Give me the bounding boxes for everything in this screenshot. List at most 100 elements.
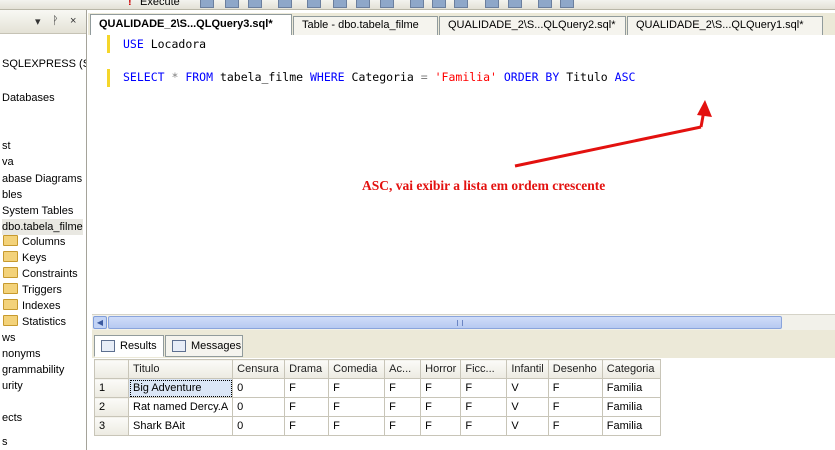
scroll-left-button[interactable]: ◀ [93, 316, 107, 329]
tree-item[interactable]: Keys [3, 250, 46, 266]
results-to-grid-icon[interactable] [432, 0, 446, 8]
tree-item[interactable]: grammability [2, 362, 64, 378]
object-explorer: ▾ ᚹ × SQLEXPRESS (SQ Databases st va abase D… [0, 10, 87, 450]
tab-query1[interactable]: QUALIDADE_2\S...QLQuery1.sql* [627, 16, 823, 35]
table-cell[interactable]: F [420, 378, 462, 398]
tree-item[interactable]: dbo.tabela_filme [2, 219, 83, 235]
tree-item[interactable]: Indexes [3, 298, 61, 314]
decrease-indent-icon[interactable] [538, 0, 552, 8]
pin-icon[interactable]: ᚹ [52, 15, 59, 27]
tree-item[interactable]: ws [2, 330, 15, 346]
uncomment-icon[interactable] [508, 0, 522, 8]
table-cell[interactable]: V [506, 416, 549, 436]
table-cell[interactable]: F [547, 397, 603, 417]
tree-item[interactable]: Databases [2, 90, 55, 106]
table-cell[interactable]: 0 [232, 378, 286, 398]
table-cell[interactable]: Familia [601, 378, 661, 398]
query-editor[interactable]: USE Locadora SELECT * FROM tabela_filme … [92, 35, 835, 314]
table-cell[interactable]: F [284, 416, 330, 436]
cancel-query-icon[interactable] [248, 0, 262, 8]
column-header[interactable]: Desenho [547, 359, 603, 379]
column-header[interactable]: Infantil [506, 359, 549, 379]
tree-item[interactable]: System Tables [2, 203, 73, 219]
parse-icon[interactable] [200, 0, 214, 8]
table-cell[interactable]: F [384, 397, 422, 417]
client-stats-icon[interactable] [380, 0, 394, 8]
column-header[interactable]: Comedia [328, 359, 386, 379]
column-header[interactable]: Categoria [601, 359, 661, 379]
table-cell[interactable]: F [460, 378, 508, 398]
increase-indent-icon[interactable] [560, 0, 574, 8]
close-icon[interactable]: × [70, 15, 76, 27]
table-cell[interactable]: F [547, 378, 603, 398]
tree-item[interactable]: bles [2, 187, 22, 203]
execute-icon[interactable]: ! [128, 0, 132, 8]
tree-item[interactable]: s [2, 434, 8, 450]
row-number[interactable]: 1 [94, 378, 129, 398]
column-header[interactable]: Drama [284, 359, 330, 379]
table-cell[interactable]: V [506, 378, 549, 398]
row-number[interactable]: 3 [94, 416, 129, 436]
tab-table-filme[interactable]: Table - dbo.tabela_filme [293, 16, 438, 35]
table-cell[interactable]: Familia [601, 397, 661, 417]
tree-item[interactable]: Columns [3, 234, 65, 250]
include-plan-icon[interactable] [356, 0, 370, 8]
table-cell[interactable]: F [328, 416, 386, 436]
table-cell[interactable]: V [506, 397, 549, 417]
tree-item-label: st [2, 140, 11, 152]
table-cell[interactable]: F [547, 416, 603, 436]
display-plan-icon[interactable] [278, 0, 292, 8]
table-cell[interactable]: F [384, 378, 422, 398]
tab-query3[interactable]: QUALIDADE_2\S...QLQuery3.sql* [90, 14, 292, 35]
table-cell[interactable]: F [328, 378, 386, 398]
tree-item[interactable]: SQLEXPRESS (SQ [2, 56, 86, 72]
table-cell[interactable]: Familia [601, 416, 661, 436]
query-options-icon[interactable] [307, 0, 321, 8]
table-cell[interactable]: F [460, 416, 508, 436]
tree-item[interactable]: nonyms [2, 346, 41, 362]
table-cell[interactable]: F [420, 416, 462, 436]
row-number[interactable]: 2 [94, 397, 129, 417]
tree-item-label: grammability [2, 364, 65, 376]
table-row[interactable]: 1 Big Adventure 0 F F F F F V F Familia [94, 378, 661, 398]
tree-item[interactable]: st [2, 138, 11, 154]
column-header[interactable]: Titulo [127, 359, 234, 379]
tab-query2[interactable]: QUALIDADE_2\S...QLQuery2.sql* [439, 16, 626, 35]
column-header[interactable]: Horror [420, 359, 462, 379]
table-cell[interactable]: F [384, 416, 422, 436]
tree-item[interactable]: va [2, 154, 14, 170]
debug-icon[interactable] [225, 0, 239, 8]
column-header[interactable]: Ficc... [460, 359, 508, 379]
table-cell[interactable]: F [284, 378, 330, 398]
tree-item[interactable]: Triggers [3, 282, 62, 298]
column-header[interactable]: Ac... [384, 359, 422, 379]
tree-item[interactable]: urity [2, 378, 23, 394]
comment-icon[interactable] [485, 0, 499, 8]
intellisense-icon[interactable] [333, 0, 347, 8]
table-row[interactable]: 3 Shark BAit 0 F F F F F V F Familia [94, 416, 661, 436]
table-cell[interactable]: 0 [232, 397, 286, 417]
table-cell[interactable]: F [460, 397, 508, 417]
execute-button[interactable]: Execute [140, 0, 180, 8]
tree-item[interactable]: ects [2, 410, 22, 426]
horizontal-scrollbar[interactable]: ◀ [92, 314, 835, 330]
table-cell[interactable]: F [420, 397, 462, 417]
table-cell[interactable]: F [284, 397, 330, 417]
results-to-text-icon[interactable] [410, 0, 424, 8]
table-cell[interactable]: F [328, 397, 386, 417]
tree-item[interactable]: Constraints [3, 266, 78, 282]
table-cell[interactable]: Shark BAit [127, 416, 234, 436]
table-cell[interactable]: 0 [232, 416, 286, 436]
tree-item-label: urity [2, 380, 23, 392]
dropdown-icon[interactable]: ▾ [35, 15, 41, 28]
table-cell[interactable]: Rat named Dercy.A [127, 397, 234, 417]
scrollbar-thumb[interactable] [108, 316, 782, 329]
table-row[interactable]: 2 Rat named Dercy.A 0 F F F F F V F Familia [94, 397, 661, 417]
tree-item[interactable]: abase Diagrams [2, 171, 82, 187]
tree-item[interactable]: Statistics [3, 314, 66, 330]
tab-results[interactable]: Results [94, 335, 164, 357]
column-header[interactable]: Censura [232, 359, 286, 379]
results-to-file-icon[interactable] [454, 0, 468, 8]
tab-messages[interactable]: Messages [165, 335, 243, 357]
table-cell[interactable]: Big Adventure [127, 378, 234, 398]
